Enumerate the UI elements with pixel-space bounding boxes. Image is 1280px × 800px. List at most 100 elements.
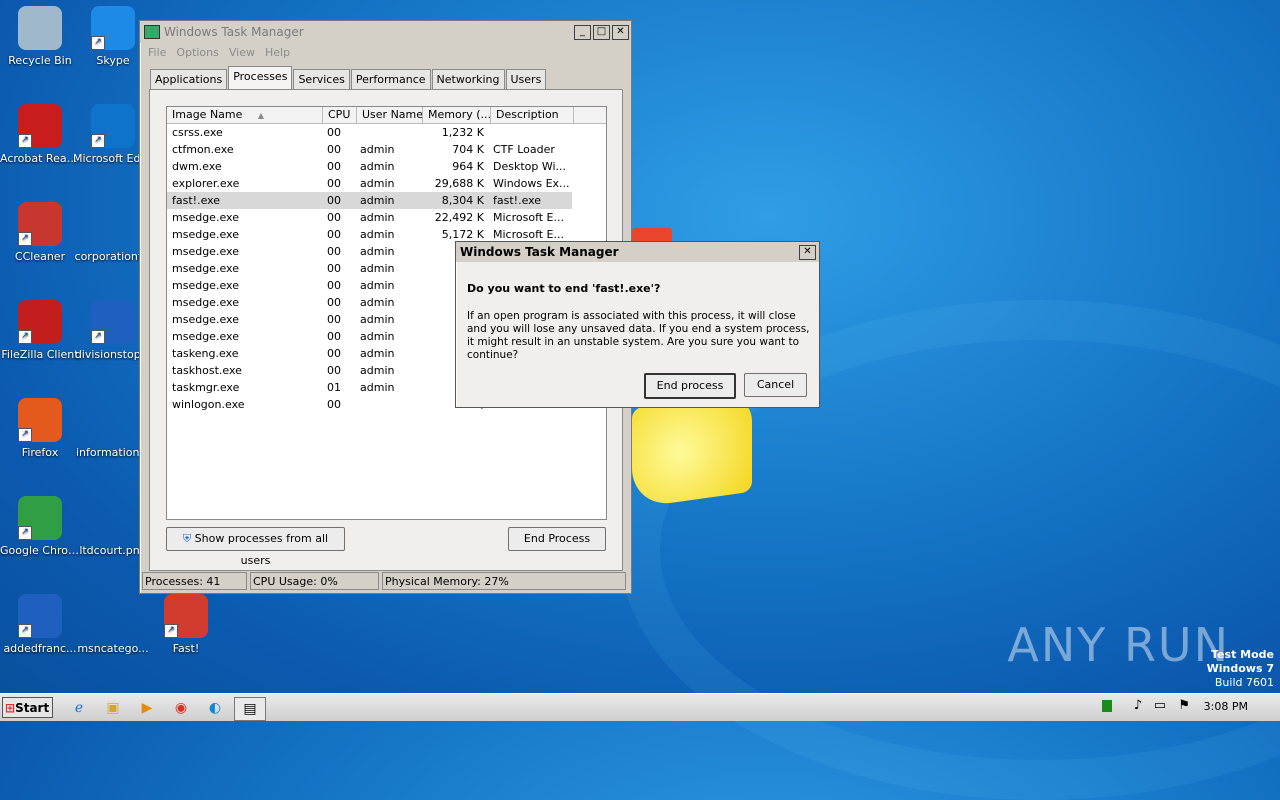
volume-icon[interactable]: ♪ (1134, 698, 1142, 713)
file-explorer-icon[interactable]: ▣ (101, 697, 125, 719)
task-manager-icon (144, 25, 160, 39)
task-manager-taskbar-icon[interactable]: ▤ (234, 697, 266, 721)
filezilla-icon: ↗ (18, 300, 62, 344)
cell-user: admin (360, 296, 395, 309)
cell-user: admin (360, 262, 395, 275)
table-row[interactable]: explorer.exe 00 admin 29,688 K Windows Ex... (167, 175, 606, 192)
task-manager-titlebar[interactable]: Windows Task Manager _ □ ✕ (140, 21, 631, 43)
cell-name: winlogon.exe (172, 398, 245, 411)
desktop-icon-addedfranc[interactable]: ↗ addedfranc... (0, 594, 80, 655)
status-cpu: CPU Usage: 0% (250, 572, 379, 590)
table-row[interactable]: dwm.exe 00 admin 964 K Desktop Wi... (167, 158, 606, 175)
cell-cpu: 00 (327, 228, 341, 241)
desktop-icon-label: CCleaner (14, 250, 66, 263)
col-user-name[interactable]: User Name (357, 107, 423, 123)
col-image-name[interactable]: Image Name ▲ (167, 107, 323, 123)
table-row[interactable]: msedge.exe 00 admin 22,492 K Microsoft E... (167, 209, 606, 226)
desktop-icon-ccleaner[interactable]: ↗ CCleaner (0, 202, 80, 263)
dialog-end-process-button[interactable]: End process (644, 373, 736, 399)
cell-desc: CTF Loader (493, 143, 555, 156)
tab-strip: Applications Processes Services Performa… (150, 66, 547, 90)
clock[interactable]: 3:08 PM (1204, 700, 1248, 713)
media-player-icon[interactable]: ▶ (135, 697, 159, 719)
menu-view[interactable]: View (225, 46, 261, 59)
tab-processes[interactable]: Processes (228, 66, 293, 90)
desktop-icon-firefox[interactable]: ↗ Firefox (0, 398, 80, 459)
tab-applications[interactable]: Applications (150, 69, 228, 90)
cell-cpu: 00 (327, 279, 341, 292)
cell-user: admin (360, 143, 395, 156)
desktop-icon-google-chrome[interactable]: ↗ Google Chrome (0, 496, 80, 557)
tab-users[interactable]: Users (505, 69, 547, 90)
desktop-icon-fast[interactable]: ↗ Fast! (146, 594, 226, 655)
dialog-close-button[interactable]: ✕ (799, 244, 816, 260)
dialog-cancel-button[interactable]: Cancel (744, 373, 807, 397)
cell-name: msedge.exe (172, 313, 239, 326)
action-center-flag-icon[interactable]: ⚑ (1178, 698, 1190, 713)
cell-name: msedge.exe (172, 279, 239, 292)
desktop-icon-recycle-bin[interactable]: Recycle Bin (0, 6, 80, 67)
edge-icon[interactable]: ◐ (203, 697, 227, 719)
tab-performance[interactable]: Performance (350, 69, 431, 90)
end-process-button[interactable]: End Process (508, 527, 606, 551)
cell-mem: 704 K (452, 143, 484, 156)
start-label: Start (15, 701, 50, 715)
shortcut-arrow-icon: ↗ (91, 330, 105, 344)
desktop-icon-msncatego[interactable]: msncatego... (73, 594, 153, 655)
cell-user: admin (360, 177, 395, 190)
menubar: File Options View Help (140, 43, 631, 61)
cell-name: msedge.exe (172, 211, 239, 224)
cell-cpu: 00 (327, 143, 341, 156)
cell-name: msedge.exe (172, 228, 239, 241)
menu-file[interactable]: File (144, 46, 172, 59)
desktop-icon-label: Recycle Bin (8, 54, 72, 67)
cell-user: admin (360, 211, 395, 224)
menu-help[interactable]: Help (261, 46, 296, 59)
msncatego-icon (91, 594, 135, 638)
microsoft-edge-icon: ↗ (91, 104, 135, 148)
cell-name: taskhost.exe (172, 364, 242, 377)
col-description[interactable]: Description (491, 107, 574, 123)
tab-services[interactable]: Services (293, 69, 350, 90)
table-row[interactable]: csrss.exe 00 1,232 K (167, 124, 606, 141)
cell-user: admin (360, 279, 395, 292)
table-row[interactable]: fast!.exe 00 admin 8,304 K fast!.exe (167, 192, 572, 209)
cell-mem: 1,232 K (441, 126, 484, 139)
dialog-title: Windows Task Manager (460, 245, 619, 259)
dialog-message: If an open program is associated with th… (467, 310, 810, 361)
tray-flag-green-icon[interactable] (1102, 700, 1112, 712)
start-button[interactable]: ⊞Start (2, 697, 53, 718)
show-all-processes-button[interactable]: ⛨ Show processes from all users (166, 527, 345, 567)
minimize-button[interactable]: _ (574, 24, 591, 40)
maximize-button[interactable]: □ (593, 24, 610, 40)
close-button[interactable]: ✕ (612, 24, 629, 40)
cell-cpu: 00 (327, 160, 341, 173)
desktop-icon-acrobat-reader[interactable]: ↗ Acrobat Reader DC (0, 104, 80, 165)
dialog-titlebar[interactable]: Windows Task Manager ✕ (456, 242, 819, 262)
desktop-icon-filezilla[interactable]: ↗ FileZilla Client (0, 300, 80, 361)
internet-explorer-icon[interactable]: ℯ (67, 697, 91, 719)
desktop-icon-label: FileZilla Client (1, 348, 79, 361)
tab-networking[interactable]: Networking (431, 69, 505, 90)
cell-cpu: 00 (327, 330, 341, 343)
cell-cpu: 00 (327, 177, 341, 190)
cell-mem: 22,492 K (434, 211, 484, 224)
chrome-icon[interactable]: ◉ (169, 697, 193, 719)
menu-options[interactable]: Options (172, 46, 224, 59)
cell-user (355, 124, 420, 141)
divisionstop-icon: ↗ (91, 300, 135, 344)
cell-user (355, 396, 420, 413)
cell-name: taskmgr.exe (172, 381, 240, 394)
table-row[interactable]: ctfmon.exe 00 admin 704 K CTF Loader (167, 141, 606, 158)
sort-ascending-icon: ▲ (257, 111, 265, 120)
cell-name: csrss.exe (172, 126, 223, 139)
desktop-icon-label: Firefox (21, 446, 59, 459)
cell-cpu: 00 (327, 194, 341, 207)
cell-user: admin (360, 364, 395, 377)
col-cpu[interactable]: CPU (323, 107, 357, 123)
os-build: Build 7601 (1214, 676, 1274, 689)
shortcut-arrow-icon: ↗ (18, 624, 32, 638)
cell-user: admin (360, 160, 395, 173)
network-icon[interactable]: ▭ (1154, 698, 1166, 713)
col-memory[interactable]: Memory (... (423, 107, 491, 123)
